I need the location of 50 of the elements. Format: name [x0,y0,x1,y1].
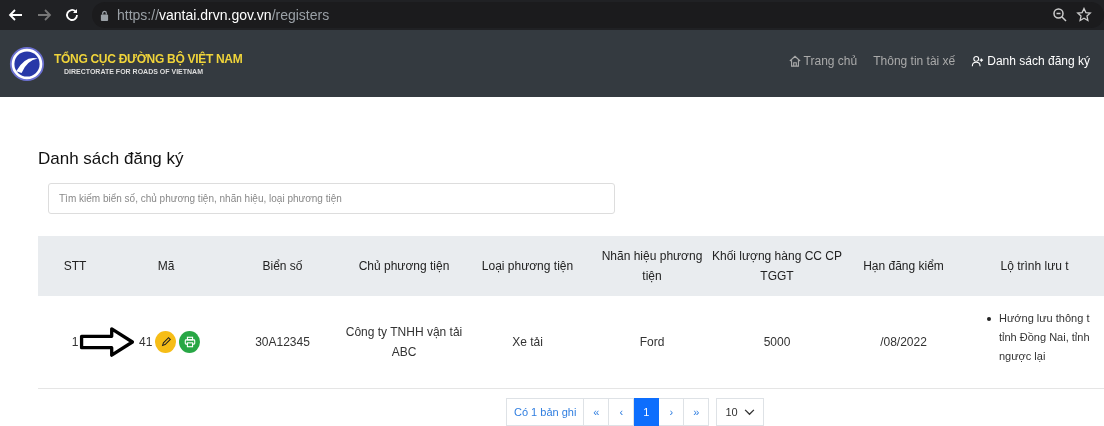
table-cell-text: Ford [638,334,666,351]
reload-icon[interactable] [64,7,80,23]
bullet-icon [987,317,991,321]
back-icon[interactable] [8,7,24,23]
edit-button[interactable] [155,331,177,353]
route-text: ngược lại [999,349,1046,364]
nav-link[interactable]: Thông tin tài xế [873,53,956,68]
column-header: Hạn đăng kiểm [862,258,945,275]
column-header: STT [62,258,88,275]
nav-link[interactable]: Trang chủ [788,53,858,68]
printer-icon [183,336,196,348]
column-header: Mã [156,258,176,275]
column-header: Nhãn hiệu phương tiện [600,248,704,285]
table-cell-text: 5000 [762,334,792,351]
route-text: Hướng lưu thông t [999,311,1090,326]
column-header: Biển số [261,258,304,275]
column-header: Lộ trình lưu t [999,258,1070,275]
nav-link[interactable]: Danh sách đăng ký [971,53,1090,68]
table-cell-text: Xe tải [511,334,544,351]
search-field[interactable]: Tìm kiếm biển số, chủ phương tiện, nhãn hiệu, loại phương tiện [48,183,615,214]
table-cell-text: /08/2022 [879,334,928,351]
column-header: Chủ phương tiện [357,258,451,275]
chevron-down-icon [743,408,755,416]
page-title: Danh sách đăng ký [38,149,185,170]
star-icon[interactable] [1076,7,1092,23]
table-cell-text: 41 [139,334,153,351]
page-link[interactable]: › [659,398,685,426]
lock-icon [100,9,109,21]
table-cell-text: 30A12345 [254,334,311,351]
home-icon [788,54,801,67]
zoom-out-icon[interactable] [1052,7,1068,23]
pencil-icon [159,336,172,348]
address-bar[interactable]: https://vantai.drvn.gov.vn/registers [92,2,1104,28]
forward-icon[interactable] [36,7,52,23]
page-link[interactable]: « [584,398,610,426]
table-cell-text: Công ty TNHH vận tải ABC [345,324,463,361]
page-link[interactable]: » [684,398,710,426]
page-link[interactable]: ‹ [609,398,635,426]
table-cell-text: 1 [70,334,80,351]
route-text: tỉnh Đồng Nai, tỉnh [999,330,1090,345]
page-link[interactable]: 1 [634,398,660,426]
user-plus-icon [971,54,985,67]
agency-name: TỔNG CỤC ĐƯỜNG BỘ VIỆT NAM [54,52,243,66]
arrow-icon [78,326,136,358]
record-count: Có 1 bản ghi [506,398,585,426]
url-text: https://vantai.drvn.gov.vn/registers [117,7,331,23]
logo-icon [9,45,45,82]
page-size-select[interactable]: 10 [716,398,764,426]
column-header: Loại phương tiện [480,258,575,275]
column-header: Khối lượng hàng CC CP TGGT [712,248,842,285]
